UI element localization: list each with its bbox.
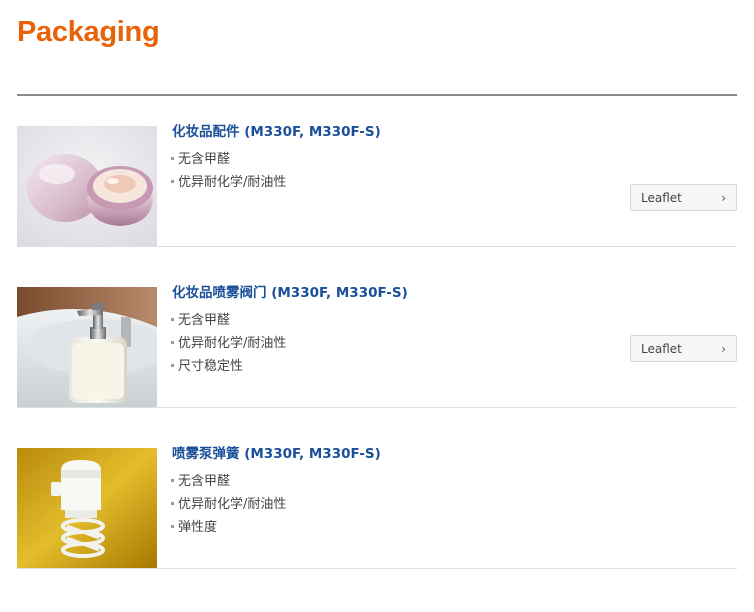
chevron-right-icon: › xyxy=(721,342,726,356)
feature-item: 优异耐化学/耐油性 xyxy=(171,171,286,194)
leaflet-button[interactable]: Leaflet › xyxy=(630,184,737,211)
product-title[interactable]: 喷雾泵弹簧 (M330F, M330F-S) xyxy=(172,442,381,462)
feature-item: 优异耐化学/耐油性 xyxy=(171,332,286,355)
feature-item: 无含甲醛 xyxy=(171,148,286,171)
chevron-right-icon: › xyxy=(721,191,726,205)
product-item: 化妆品喷雾阀门 (M330F, M330F-S) 无含甲醛 优异耐化学/耐油性 … xyxy=(17,267,737,408)
feature-list: 无含甲醛 优异耐化学/耐油性 xyxy=(171,148,286,194)
feature-item: 弹性度 xyxy=(171,516,286,539)
pump-dispenser-image xyxy=(17,287,157,407)
title-divider xyxy=(17,94,737,96)
page-title: Packaging xyxy=(17,16,160,48)
product-title[interactable]: 化妆品喷雾阀门 (M330F, M330F-S) xyxy=(172,281,408,301)
leaflet-button[interactable]: Leaflet › xyxy=(630,335,737,362)
leaflet-button-label: Leaflet xyxy=(641,191,682,205)
cosmetic-jar-image xyxy=(17,126,157,246)
spray-pump-spring-image xyxy=(17,448,157,568)
product-item: 喷雾泵弹簧 (M330F, M330F-S) 无含甲醛 优异耐化学/耐油性 弹性… xyxy=(17,428,737,569)
product-title[interactable]: 化妆品配件 (M330F, M330F-S) xyxy=(172,120,381,140)
feature-item: 无含甲醛 xyxy=(171,309,286,332)
feature-item: 尺寸稳定性 xyxy=(171,355,286,378)
feature-item: 优异耐化学/耐油性 xyxy=(171,493,286,516)
feature-list: 无含甲醛 优异耐化学/耐油性 尺寸稳定性 xyxy=(171,309,286,378)
leaflet-button-label: Leaflet xyxy=(641,342,682,356)
product-item: 化妆品配件 (M330F, M330F-S) 无含甲醛 优异耐化学/耐油性 Le… xyxy=(17,106,737,247)
product-image[interactable] xyxy=(17,126,157,246)
feature-list: 无含甲醛 优异耐化学/耐油性 弹性度 xyxy=(171,470,286,539)
product-image[interactable] xyxy=(17,287,157,407)
product-image[interactable] xyxy=(17,448,157,568)
feature-item: 无含甲醛 xyxy=(171,470,286,493)
